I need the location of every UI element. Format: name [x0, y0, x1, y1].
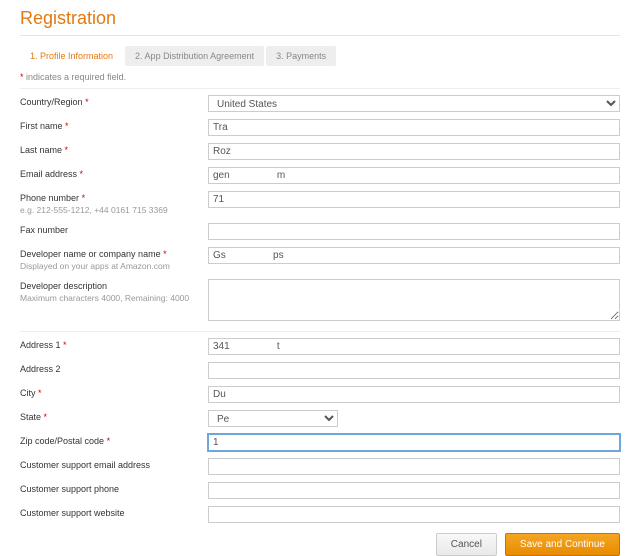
- save-button[interactable]: Save and Continue: [505, 533, 620, 556]
- label-dev-name: Developer name or company name * Display…: [20, 247, 208, 272]
- divider: [20, 88, 620, 89]
- actions: Cancel Save and Continue: [20, 533, 620, 556]
- city-input[interactable]: [208, 386, 620, 403]
- fax-input[interactable]: [208, 223, 620, 240]
- tabs: 1. Profile Information 2. App Distributi…: [20, 46, 620, 66]
- cs-phone-input[interactable]: [208, 482, 620, 499]
- label-zip: Zip code/Postal code *: [20, 434, 208, 447]
- phone-input[interactable]: [208, 191, 620, 208]
- first-name-input[interactable]: [208, 119, 620, 136]
- dev-name-input[interactable]: [208, 247, 620, 264]
- label-fax: Fax number: [20, 223, 208, 236]
- label-cs-phone: Customer support phone: [20, 482, 208, 495]
- cancel-button[interactable]: Cancel: [436, 533, 497, 556]
- tab-agreement[interactable]: 2. App Distribution Agreement: [125, 46, 264, 66]
- label-dev-desc: Developer description Maximum characters…: [20, 279, 208, 304]
- zip-input[interactable]: [208, 434, 620, 451]
- page-title: Registration: [20, 8, 620, 29]
- label-first-name: First name *: [20, 119, 208, 132]
- required-note: * indicates a required field.: [20, 72, 620, 82]
- label-cs-web: Customer support website: [20, 506, 208, 519]
- label-email: Email address *: [20, 167, 208, 180]
- label-addr2: Address 2: [20, 362, 208, 375]
- state-select[interactable]: Pe: [208, 410, 338, 427]
- label-phone: Phone number * e.g. 212-555-1212, +44 01…: [20, 191, 208, 216]
- email-input[interactable]: [208, 167, 620, 184]
- last-name-input[interactable]: [208, 143, 620, 160]
- divider: [20, 331, 620, 332]
- divider: [20, 35, 620, 36]
- country-select[interactable]: United States: [208, 95, 620, 112]
- label-city: City *: [20, 386, 208, 399]
- dev-desc-textarea[interactable]: [208, 279, 620, 321]
- cs-web-input[interactable]: [208, 506, 620, 523]
- label-addr1: Address 1 *: [20, 338, 208, 351]
- addr1-input[interactable]: [208, 338, 620, 355]
- label-cs-email: Customer support email address: [20, 458, 208, 471]
- tab-profile[interactable]: 1. Profile Information: [20, 46, 123, 66]
- label-last-name: Last name *: [20, 143, 208, 156]
- label-state: State *: [20, 410, 208, 423]
- label-country: Country/Region *: [20, 95, 208, 108]
- cs-email-input[interactable]: [208, 458, 620, 475]
- addr2-input[interactable]: [208, 362, 620, 379]
- tab-payments[interactable]: 3. Payments: [266, 46, 336, 66]
